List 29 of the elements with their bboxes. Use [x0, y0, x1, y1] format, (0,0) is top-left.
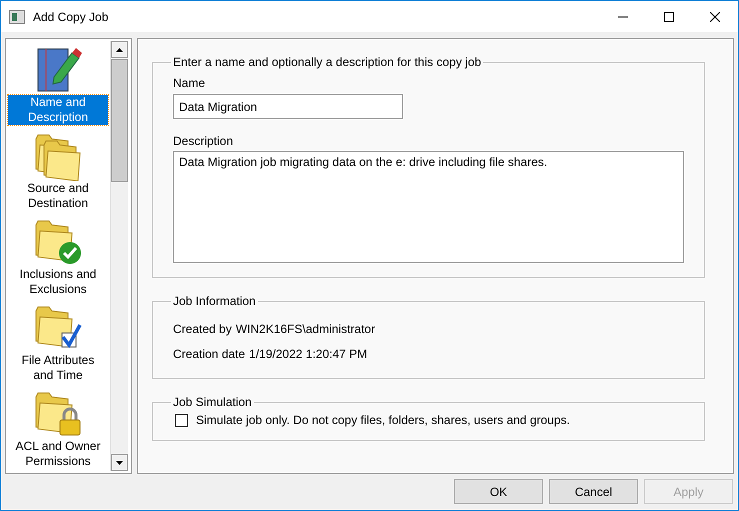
- down-arrow-icon: [116, 460, 123, 464]
- scroll-up-button[interactable]: [111, 41, 128, 58]
- group-legend: Job Simulation: [171, 395, 254, 409]
- page-item[interactable]: Inclusions and Exclusions: [8, 267, 108, 297]
- dialog-button[interactable]: Cancel: [549, 479, 638, 504]
- checkbox-label: Simulate job only. Do not copy files, folders, shares, users and groups.: [196, 413, 570, 427]
- close-icon: [710, 12, 720, 22]
- info-label: Created by: [173, 322, 233, 336]
- app-icon: [9, 10, 25, 24]
- simulate-checkbox[interactable]: [175, 414, 188, 426]
- scroll-down-button[interactable]: [111, 454, 128, 471]
- info-label: Creation date: [173, 346, 246, 360]
- page-item[interactable]: ACL and Owner Permissions: [8, 439, 108, 469]
- description-label: Description: [173, 133, 234, 149]
- window-title: Add Copy Job: [33, 10, 110, 24]
- info-value: WIN2K16FS\administrator: [236, 322, 376, 336]
- maximize-icon: [664, 12, 674, 22]
- group-legend: Enter a name and optionally a description for this copy job: [171, 55, 484, 69]
- name-label: Name: [173, 75, 206, 91]
- name-field[interactable]: Data Migration: [173, 94, 403, 119]
- page-item[interactable]: File Attributes and Time: [8, 353, 108, 383]
- description-field[interactable]: Data Migration job migrating data on the e: drive including file shares.: [173, 151, 684, 263]
- info-value: 1/19/2022 1:20:47 PM: [249, 346, 368, 360]
- dialog-button[interactable]: OK: [454, 479, 543, 504]
- up-arrow-icon: [116, 48, 123, 52]
- page-item[interactable]: Name and Description: [8, 95, 108, 125]
- scrollbar[interactable]: [110, 41, 128, 471]
- page-item[interactable]: Source and Destination: [8, 181, 108, 211]
- group-legend: Job Information: [171, 294, 258, 308]
